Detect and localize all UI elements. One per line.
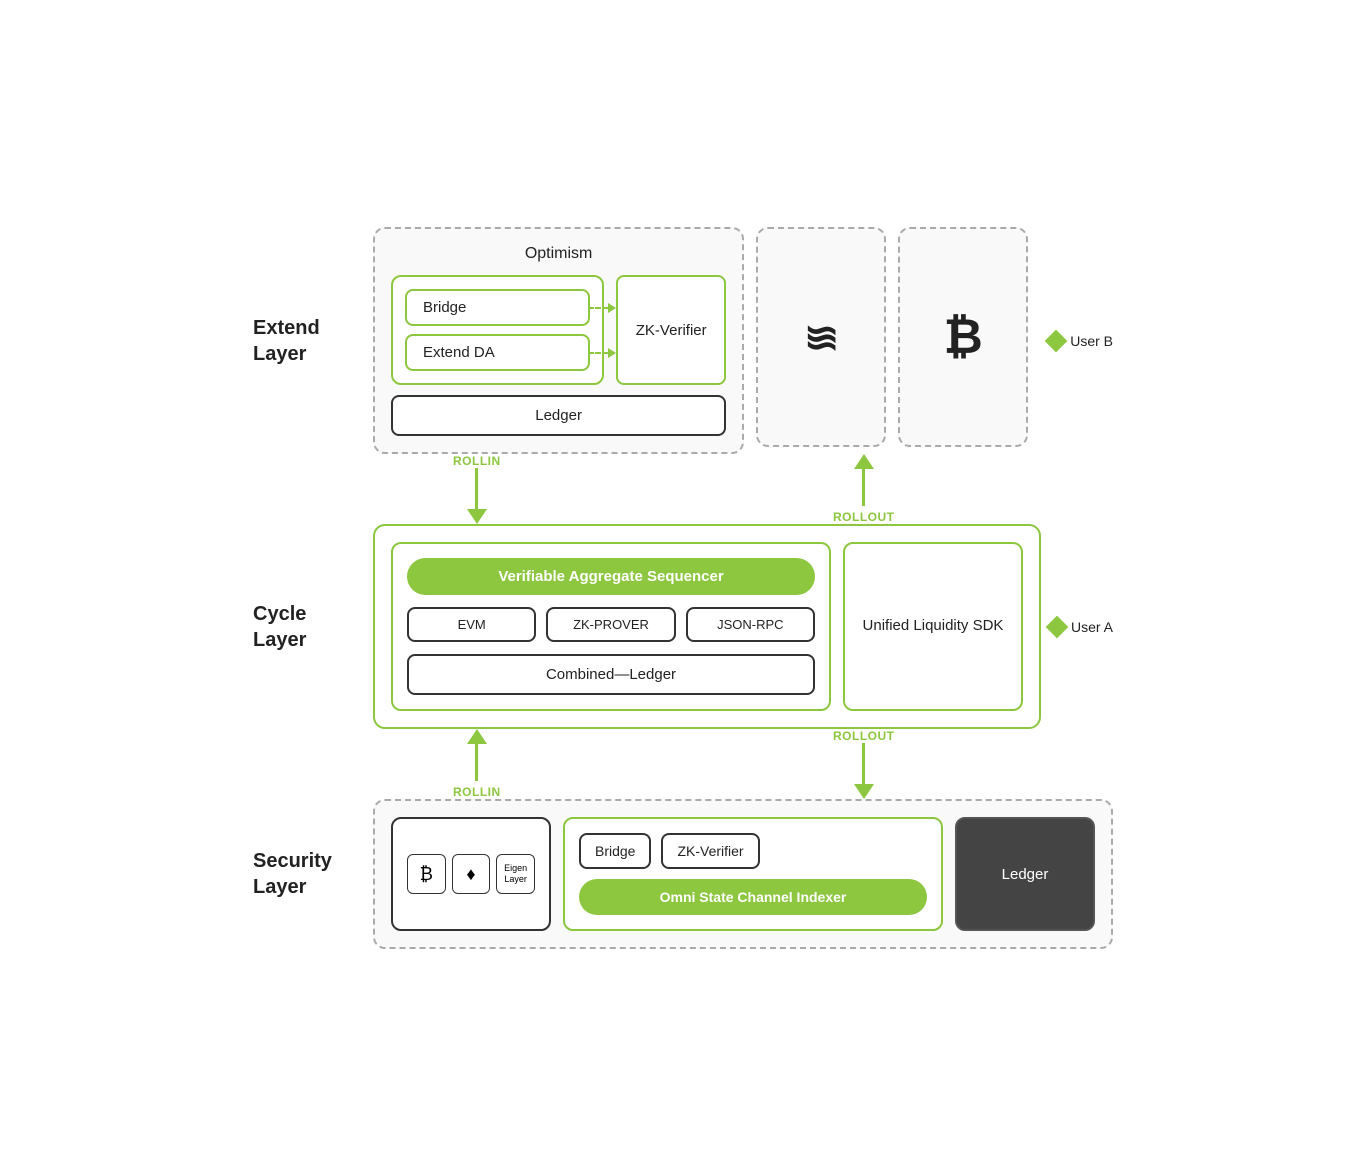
da-to-zk-arrow [588, 348, 616, 358]
extend-layer-content: Optimism Bridge [373, 227, 1113, 454]
extend-layer-label: Extend Layer [253, 315, 373, 367]
rollin-head-2 [467, 729, 487, 744]
evm-box: EVM [407, 607, 536, 642]
user-b-label: User B [1048, 333, 1113, 349]
zk-verifier-security: ZK-Verifier [661, 833, 759, 869]
cycle-layer-row: Cycle Layer Verifiable Aggregate Sequenc… [253, 524, 1113, 729]
extend-left-box: Bridge Extend DA [391, 275, 604, 385]
security-layer-label: Security Layer [253, 848, 373, 900]
eth-symbol: ♦ [466, 864, 475, 885]
zk-prover-box: ZK-PROVER [546, 607, 675, 642]
btc-symbol: ₿ [420, 864, 433, 885]
zk-verifier-extend: ZK-Verifier [616, 275, 726, 385]
user-a-text: User A [1071, 619, 1113, 635]
rollout-head-1 [854, 454, 874, 469]
combined-ledger-box: Combined—Ledger [407, 654, 815, 695]
rollin-label-2: ROLLIN [453, 785, 501, 799]
security-dashed-box: ₿ ♦ EigenLayer Bridge ZK-Verifier Omni [373, 799, 1113, 949]
extend-ledger: Ledger [391, 395, 726, 436]
diagram-container: Extend Layer Optimism Bridge [233, 187, 1133, 989]
user-b-diamond [1045, 329, 1068, 352]
extend-da-box: Extend DA [405, 334, 590, 371]
bridge-box-extend: Bridge [405, 289, 590, 326]
small-boxes-row: EVM ZK-PROVER JSON-RPC [407, 607, 815, 642]
sequencer-pill: Verifiable Aggregate Sequencer [407, 558, 815, 595]
extend-layer-row: Extend Layer Optimism Bridge [253, 227, 1113, 454]
rollin-label-1: ROLLIN [453, 454, 501, 468]
rollout-label-1: ROLLOUT [833, 510, 895, 524]
solana-icon: ≋ [804, 313, 839, 362]
btc-icon: ₿ [407, 854, 446, 894]
user-a-label: User A [1049, 619, 1113, 635]
eigen-icon: EigenLayer [496, 854, 535, 894]
user-b-text: User B [1070, 333, 1113, 349]
rollin-stem-2 [475, 744, 478, 781]
security-middle-box: Bridge ZK-Verifier Omni State Channel In… [563, 817, 943, 931]
cycle-layer-content: Verifiable Aggregate Sequencer EVM ZK-PR… [373, 524, 1041, 729]
rollout-arrow-1: ROLLOUT [833, 454, 895, 524]
optimism-title: Optimism [391, 245, 726, 263]
rollout-stem-1 [862, 469, 865, 506]
bridge-box-security: Bridge [579, 833, 651, 869]
cycle-green-box: Verifiable Aggregate Sequencer EVM ZK-PR… [373, 524, 1041, 729]
bridge-to-zk-arrow [588, 303, 616, 313]
rollout-arrow-2: ROLLOUT [833, 729, 895, 799]
rollout-label-2: ROLLOUT [833, 729, 895, 743]
rollin-head-1 [467, 509, 487, 524]
security-bridge-row: Bridge ZK-Verifier [579, 833, 927, 869]
json-rpc-box: JSON-RPC [686, 607, 815, 642]
omni-pill: Omni State Channel Indexer [579, 879, 927, 915]
security-layer-content: ₿ ♦ EigenLayer Bridge ZK-Verifier Omni [373, 799, 1113, 949]
bitcoin-icon: ₿ [944, 310, 983, 365]
security-ledger-box: Ledger [955, 817, 1095, 931]
rollout-stem-2 [862, 743, 865, 784]
arrows-row-1: ROLLIN ROLLOUT [253, 454, 1113, 524]
user-a-diamond [1046, 615, 1069, 638]
security-crypto-icons: ₿ ♦ EigenLayer [391, 817, 551, 931]
cycle-layer-label: Cycle Layer [253, 601, 373, 653]
arrows-row-2: ROLLIN ROLLOUT [253, 729, 1113, 799]
eth-icon: ♦ [452, 854, 491, 894]
bitcoin-box: ₿ [898, 227, 1028, 447]
rollin-arrow-2: ROLLIN [453, 729, 501, 799]
solana-box: ≋ [756, 227, 886, 447]
rollout-head-2 [854, 784, 874, 799]
security-layer-row: Security Layer ₿ ♦ EigenLayer [253, 799, 1113, 949]
rollin-stem-1 [475, 468, 478, 509]
cycle-left-box: Verifiable Aggregate Sequencer EVM ZK-PR… [391, 542, 831, 711]
rollin-arrow-1: ROLLIN [453, 454, 501, 524]
eigen-symbol: EigenLayer [504, 863, 527, 885]
unified-liquidity-box: Unified Liquidity SDK [843, 542, 1023, 711]
optimism-box: Optimism Bridge [373, 227, 744, 454]
